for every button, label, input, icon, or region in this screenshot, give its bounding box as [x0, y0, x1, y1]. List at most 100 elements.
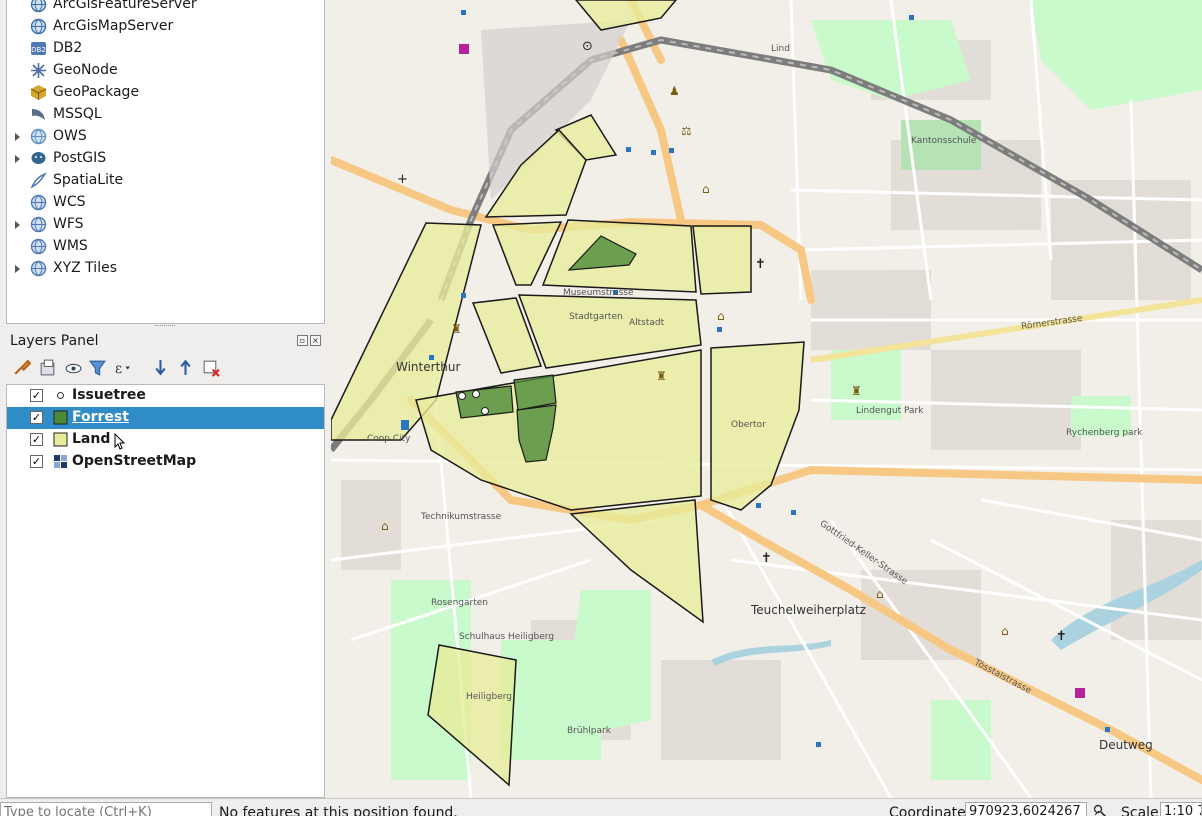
map-label-bruhlpark: Brühlpark [567, 726, 611, 736]
wfs-icon [30, 216, 47, 233]
browser-item-ows[interactable]: OWS [7, 126, 324, 148]
layer-visibility-checkbox[interactable]: ✓ [30, 389, 43, 402]
browser-item-label: XYZ Tiles [53, 260, 117, 276]
layers-panel-titlebar: Layers Panel ▫ × [6, 331, 325, 353]
svg-text:⌂: ⌂ [702, 182, 710, 196]
svg-text:♜: ♜ [851, 384, 862, 398]
browser-item-label: SpatiaLite [53, 172, 124, 188]
collapse-all-icon[interactable] [176, 358, 195, 377]
browser-item-xyz-tiles[interactable]: XYZ Tiles [7, 258, 324, 280]
map-label-heiligberg: Heiligberg [466, 692, 513, 702]
layer-row-forrest[interactable]: ✓ Forrest [7, 407, 324, 429]
coordinate-label: Coordinate [889, 805, 966, 816]
qgis-window: ArcGisFeatureServer ArcGisMapServer DB2 DB2… [0, 0, 1202, 816]
expand-arrow-icon[interactable] [12, 214, 22, 236]
browser-item-arcgismapserver[interactable]: ArcGisMapServer [7, 16, 324, 38]
svg-text:⌂: ⌂ [1001, 624, 1009, 638]
browser-item-mssql[interactable]: MSSQL [7, 104, 324, 126]
browser-item-label: DB2 [53, 40, 83, 56]
layer-name: Forrest [72, 409, 129, 425]
map-label-teuchelweiherplatz: Teuchelweiherplatz [751, 603, 866, 617]
filter-expression-icon[interactable]: ε [114, 358, 133, 377]
browser-item-wcs[interactable]: WCS [7, 192, 324, 214]
browser-item-label: ArcGisMapServer [53, 18, 174, 34]
svg-text:DB2: DB2 [31, 46, 46, 54]
browser-item-arcgisfeatureserver[interactable]: ArcGisFeatureServer [7, 0, 324, 16]
svg-text:♜: ♜ [451, 322, 462, 336]
svg-text:⚖: ⚖ [681, 124, 692, 138]
map-label-museumstrasse: Museumstrasse [563, 288, 634, 298]
browser-item-wms[interactable]: WMS [7, 236, 324, 258]
float-panel-icon[interactable]: ▫ [297, 335, 308, 346]
remove-layer-icon[interactable] [201, 358, 220, 377]
mssql-icon [32, 109, 45, 120]
geopackage-icon [30, 85, 47, 100]
layer-name: Land [72, 431, 111, 447]
wcs-icon [30, 194, 47, 211]
expand-arrow-icon[interactable] [12, 258, 22, 280]
browser-item-label: GeoNode [53, 62, 118, 78]
db2-icon: DB2 [31, 42, 46, 55]
layer-row-issuetree[interactable]: ✓ Issuetree [7, 385, 324, 407]
layers-toolbar: ε [6, 356, 325, 380]
layer-row-openstreetmap[interactable]: ✓ OpenStreetMap [7, 451, 324, 473]
map-label-rychenberg: Rychenberg park [1066, 428, 1143, 438]
browser-panel: ArcGisFeatureServer ArcGisMapServer DB2 DB2… [6, 0, 325, 324]
locator-search-input[interactable] [0, 802, 212, 816]
map-label-schulhaus: Schulhaus Heiligberg [459, 632, 555, 642]
browser-item-label: MSSQL [53, 106, 102, 122]
expand-arrow-icon[interactable] [12, 148, 22, 170]
map-label-kantonsschule: Kantonsschule [911, 136, 977, 146]
close-panel-icon[interactable]: × [310, 335, 321, 346]
svg-text:⊙: ⊙ [582, 39, 593, 54]
style-manager-icon[interactable] [12, 358, 31, 377]
spatialite-icon [30, 172, 47, 189]
scale-label: Scale [1121, 805, 1159, 816]
svg-text:✝: ✝ [1056, 629, 1067, 644]
browser-item-spatialite[interactable]: SpatiaLite [7, 170, 324, 192]
xyz-tiles-icon [30, 260, 47, 277]
layer-visibility-checkbox[interactable]: ✓ [30, 433, 43, 446]
map-label-stadtgarten: Stadtgarten [569, 312, 623, 322]
svg-text:⌂: ⌂ [381, 519, 389, 533]
toggle-extents-icon[interactable] [1093, 804, 1107, 816]
postgis-icon [31, 152, 46, 164]
point-symbol-icon [57, 392, 64, 399]
scale-field[interactable]: 1:10 7 [1160, 802, 1202, 816]
left-dock: ArcGisFeatureServer ArcGisMapServer DB2 DB2… [0, 0, 331, 798]
browser-item-wfs[interactable]: WFS [7, 214, 324, 236]
coordinate-field[interactable]: 970923,6024267 [965, 802, 1087, 816]
map-label-lind: Lind [771, 44, 790, 54]
browser-item-label: PostGIS [53, 150, 107, 166]
expand-all-icon[interactable] [151, 358, 170, 377]
status-message: No features at this position found. [219, 805, 458, 816]
map-canvas[interactable]: ♟ ⚖ ⌂ ♜ ⌂ ⌂ ♜ ⌂ ⌂ ♜ ✝ ✝ ✝ + ⊙ Winterthur… [331, 0, 1202, 798]
browser-item-label: GeoPackage [53, 84, 140, 100]
ows-icon [30, 128, 47, 145]
raster-layer-icon [54, 455, 67, 468]
svg-text:♜: ♜ [656, 369, 667, 383]
map-label-altstadt: Altstadt [629, 318, 665, 328]
svg-text:✝: ✝ [755, 257, 766, 272]
wms-icon [30, 238, 47, 255]
layer-name: Issuetree [72, 387, 146, 403]
layers-tree: ✓ Issuetree ✓ Forrest ✓ Land ✓ OpenStreetMap [6, 384, 325, 798]
browser-item-postgis[interactable]: PostGIS [7, 148, 324, 170]
map-label-deutweg: Deutweg [1099, 738, 1153, 752]
add-group-icon[interactable] [38, 358, 57, 377]
panel-splitter[interactable] [155, 325, 175, 327]
browser-item-label: OWS [53, 128, 87, 144]
layer-visibility-checkbox[interactable]: ✓ [30, 411, 43, 424]
layer-visibility-checkbox[interactable]: ✓ [30, 455, 43, 468]
filter-legend-icon[interactable] [88, 358, 107, 377]
browser-item-geonode[interactable]: GeoNode [7, 60, 324, 82]
map-label-obertor: Obertor [731, 420, 766, 430]
geonode-icon [31, 63, 46, 78]
layer-row-land[interactable]: ✓ Land [7, 429, 324, 451]
expand-arrow-icon[interactable] [12, 126, 22, 148]
browser-item-db2[interactable]: DB2 DB2 [7, 38, 324, 60]
svg-text:⌂: ⌂ [876, 587, 884, 601]
manage-visibility-icon[interactable] [64, 358, 83, 377]
browser-item-geopackage[interactable]: GeoPackage [7, 82, 324, 104]
svg-text:⌂: ⌂ [717, 309, 725, 323]
